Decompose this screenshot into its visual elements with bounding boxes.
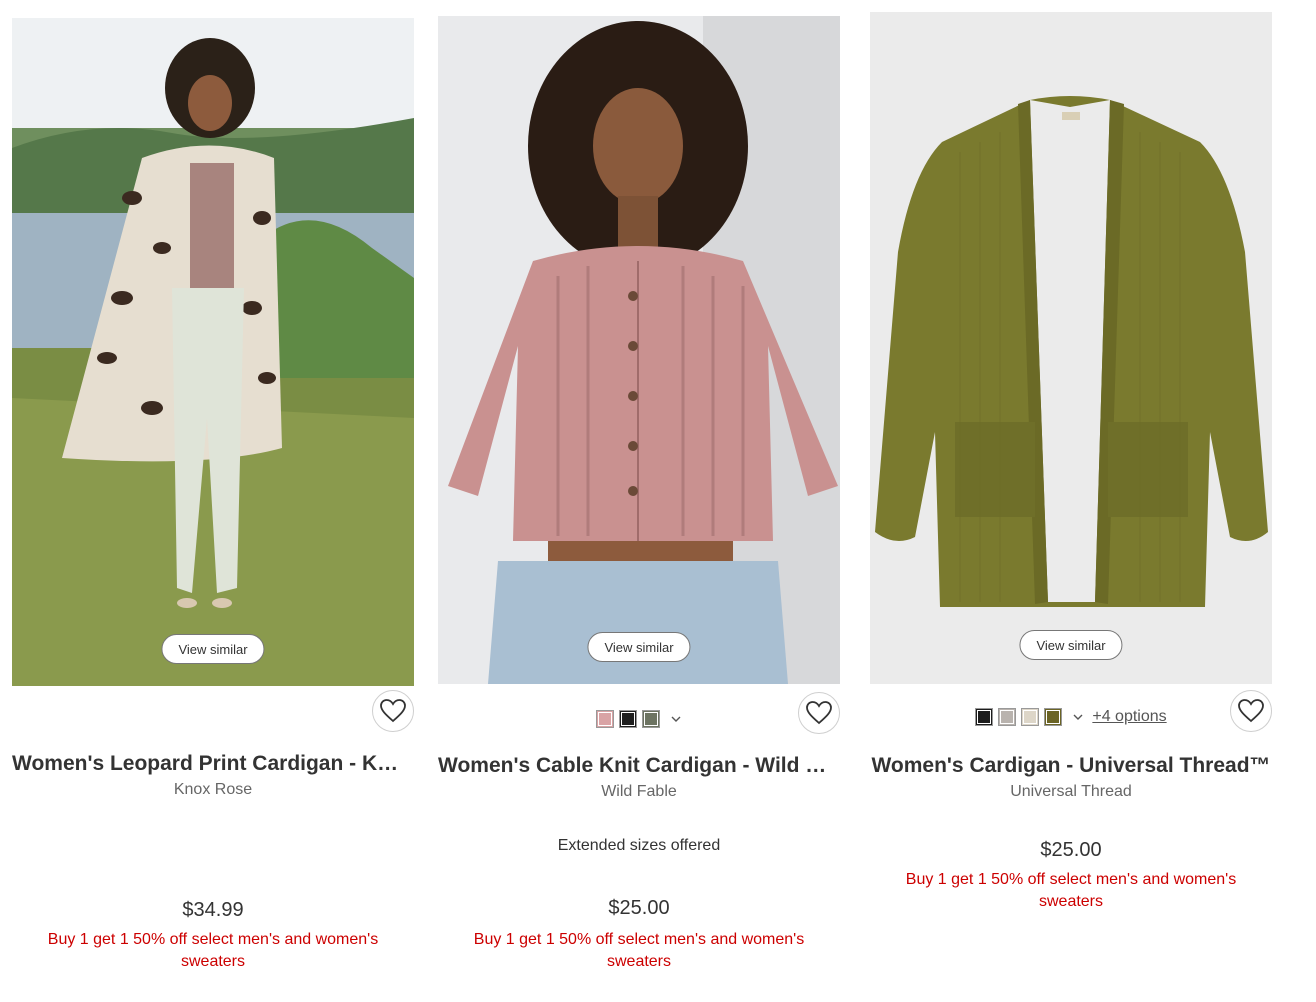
product-brand[interactable]: Universal Thread <box>870 783 1272 801</box>
olive-cardigan-photo <box>870 12 1272 684</box>
product-card-1: View similar Women's Leopard Print Cardi… <box>12 18 414 970</box>
view-similar-button[interactable]: View similar <box>587 632 691 662</box>
heart-outline-icon <box>806 701 832 725</box>
product-price: $25.00 <box>1040 839 1102 861</box>
swatch-olive-gray[interactable] <box>641 710 660 728</box>
view-similar-button[interactable]: View similar <box>161 634 265 664</box>
product-image-1[interactable]: View similar <box>12 18 414 686</box>
favorite-button[interactable] <box>798 692 840 734</box>
promo-text: Buy 1 get 1 50% off select men's and wom… <box>473 931 805 970</box>
swatch-cream[interactable] <box>1021 708 1040 726</box>
swatch-black[interactable] <box>618 710 637 728</box>
view-similar-button[interactable]: View similar <box>1019 630 1123 660</box>
heart-outline-icon <box>380 699 406 723</box>
swatch-black[interactable] <box>975 708 994 726</box>
product-image-3[interactable]: View similar <box>870 12 1272 684</box>
favorite-button[interactable] <box>1230 690 1272 732</box>
promo-text: Buy 1 get 1 50% off select men's and wom… <box>905 871 1237 910</box>
product-card-3: View similar +4 options Women's Cardigan… <box>870 12 1272 910</box>
leopard-cardigan-photo <box>12 18 414 686</box>
color-swatches <box>438 708 840 730</box>
swatch-gray[interactable] <box>998 708 1017 726</box>
product-price: $25.00 <box>608 897 670 919</box>
product-card-2: View similar Women's Cable Knit Cardigan… <box>438 16 840 970</box>
cable-knit-cardigan-photo <box>438 16 840 684</box>
color-swatches: +4 options <box>870 706 1272 728</box>
product-image-2[interactable]: View similar <box>438 16 840 684</box>
product-title[interactable]: Women's Cardigan - Universal Thread™ <box>870 754 1272 778</box>
product-brand[interactable]: Wild Fable <box>438 783 840 801</box>
product-title[interactable]: Women's Leopard Print Cardigan - K… <box>12 752 414 776</box>
chevron-down-icon[interactable] <box>1071 710 1085 724</box>
swatch-pink[interactable] <box>595 710 614 728</box>
chevron-down-icon[interactable] <box>669 712 683 726</box>
swatch-olive[interactable] <box>1044 708 1063 726</box>
product-brand[interactable]: Knox Rose <box>12 781 414 799</box>
more-options-link[interactable]: +4 options <box>1092 708 1166 726</box>
product-title[interactable]: Women's Cable Knit Cardigan - Wild … <box>438 754 840 778</box>
promo-text: Buy 1 get 1 50% off select men's and wom… <box>47 931 379 970</box>
extended-sizes-note: Extended sizes offered <box>557 837 721 854</box>
favorite-button[interactable] <box>372 690 414 732</box>
heart-outline-icon <box>1238 699 1264 723</box>
product-price: $34.99 <box>182 899 244 921</box>
